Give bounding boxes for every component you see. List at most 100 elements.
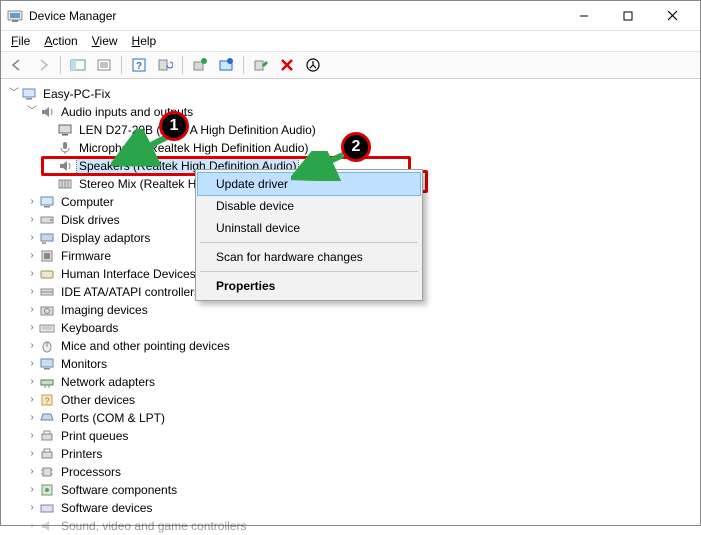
show-hide-tree-button[interactable] bbox=[66, 54, 90, 76]
chevron-down-icon[interactable]: ﹀ bbox=[7, 87, 21, 101]
chevron-right-icon[interactable]: › bbox=[25, 195, 39, 209]
category-label: Human Interface Devices bbox=[59, 266, 198, 282]
chevron-right-icon[interactable]: › bbox=[25, 357, 39, 371]
chevron-right-icon[interactable]: › bbox=[25, 249, 39, 263]
category-label: Other devices bbox=[59, 392, 137, 408]
tree-category-imaging[interactable]: › Imaging devices bbox=[7, 301, 696, 319]
software-device-icon bbox=[39, 500, 55, 516]
menu-help[interactable]: Help bbox=[126, 33, 163, 49]
maximize-button[interactable] bbox=[606, 2, 650, 30]
category-label: Print queues bbox=[59, 428, 130, 444]
chevron-right-icon[interactable]: › bbox=[25, 411, 39, 425]
close-button[interactable] bbox=[650, 2, 694, 30]
chevron-right-icon[interactable]: › bbox=[25, 339, 39, 353]
back-button[interactable] bbox=[5, 54, 29, 76]
svg-text:?: ? bbox=[136, 61, 142, 72]
help-button[interactable]: ? bbox=[127, 54, 151, 76]
tree-category-print-queues[interactable]: › Print queues bbox=[7, 427, 696, 445]
menu-action[interactable]: Action bbox=[38, 33, 83, 49]
display-adapter-icon bbox=[39, 230, 55, 246]
minimize-button[interactable] bbox=[562, 2, 606, 30]
category-label: Ports (COM & LPT) bbox=[59, 410, 167, 426]
device-manager-icon bbox=[7, 8, 23, 24]
chevron-right-icon[interactable]: › bbox=[25, 393, 39, 407]
tree-category-keyboards[interactable]: › Keyboards bbox=[7, 319, 696, 337]
properties-button[interactable] bbox=[92, 54, 116, 76]
tree-category-network[interactable]: › Network adapters bbox=[7, 373, 696, 391]
monitor-speaker-icon bbox=[57, 122, 73, 138]
computer-icon bbox=[39, 194, 55, 210]
menu-file[interactable]: File bbox=[5, 33, 36, 49]
disable-device-button[interactable] bbox=[301, 54, 325, 76]
network-icon bbox=[39, 374, 55, 390]
forward-button[interactable] bbox=[31, 54, 55, 76]
chevron-right-icon[interactable]: › bbox=[25, 465, 39, 479]
menu-view[interactable]: View bbox=[86, 33, 124, 49]
chevron-right-icon[interactable]: › bbox=[25, 483, 39, 497]
chevron-right-icon[interactable]: › bbox=[25, 501, 39, 515]
context-uninstall-device[interactable]: Uninstall device bbox=[198, 217, 420, 239]
tree-category-mice[interactable]: › Mice and other pointing devices bbox=[7, 337, 696, 355]
tree-category-software-components[interactable]: › Software components bbox=[7, 481, 696, 499]
chevron-right-icon[interactable]: › bbox=[25, 519, 39, 533]
tree-category-sound-video[interactable]: › Sound, video and game controllers bbox=[7, 517, 696, 535]
refresh-devices-button[interactable] bbox=[153, 54, 177, 76]
category-label: Keyboards bbox=[59, 320, 120, 336]
category-label: Imaging devices bbox=[59, 302, 150, 318]
update-driver-button[interactable] bbox=[188, 54, 212, 76]
svg-text:?: ? bbox=[44, 396, 49, 406]
chevron-down-icon[interactable]: ﹀ bbox=[25, 105, 39, 119]
chevron-right-icon[interactable]: › bbox=[25, 321, 39, 335]
category-label: Network adapters bbox=[59, 374, 157, 390]
monitor-icon bbox=[39, 356, 55, 372]
context-properties[interactable]: Properties bbox=[198, 275, 420, 297]
chevron-right-icon[interactable]: › bbox=[25, 429, 39, 443]
speaker-icon bbox=[39, 104, 55, 120]
chevron-right-icon[interactable]: › bbox=[25, 303, 39, 317]
category-label: Monitors bbox=[59, 356, 109, 372]
divider bbox=[200, 242, 418, 243]
tree-category-monitors[interactable]: › Monitors bbox=[7, 355, 696, 373]
tree-category-ports[interactable]: › Ports (COM & LPT) bbox=[7, 409, 696, 427]
chevron-right-icon[interactable]: › bbox=[25, 447, 39, 461]
tree-category-software-devices[interactable]: › Software devices bbox=[7, 499, 696, 517]
tree-root[interactable]: ﹀ Easy-PC-Fix bbox=[7, 85, 696, 103]
category-label: Disk drives bbox=[59, 212, 122, 228]
annotation-badge-2: 2 bbox=[341, 132, 371, 162]
microphone-icon bbox=[57, 140, 73, 156]
tree-category-printers[interactable]: › Printers bbox=[7, 445, 696, 463]
uninstall-device-button[interactable] bbox=[275, 54, 299, 76]
processor-icon bbox=[39, 464, 55, 480]
scan-hardware-button[interactable] bbox=[214, 54, 238, 76]
category-label: Software devices bbox=[59, 500, 154, 516]
software-component-icon bbox=[39, 482, 55, 498]
context-update-driver[interactable]: Update driver bbox=[198, 173, 420, 195]
device-label: Microphone (Realtek High Definition Audi… bbox=[77, 140, 310, 156]
ide-icon bbox=[39, 284, 55, 300]
enable-device-button[interactable] bbox=[249, 54, 273, 76]
keyboard-icon bbox=[39, 320, 55, 336]
tree-category-processors[interactable]: › Processors bbox=[7, 463, 696, 481]
category-label: Sound, video and game controllers bbox=[59, 518, 248, 534]
chevron-right-icon[interactable]: › bbox=[25, 375, 39, 389]
tree-category-other[interactable]: › ? Other devices bbox=[7, 391, 696, 409]
hid-icon bbox=[39, 266, 55, 282]
mouse-icon bbox=[39, 338, 55, 354]
sound-icon bbox=[39, 518, 55, 534]
port-icon bbox=[39, 410, 55, 426]
context-disable-device[interactable]: Disable device bbox=[198, 195, 420, 217]
other-devices-icon: ? bbox=[39, 392, 55, 408]
chevron-right-icon[interactable]: › bbox=[25, 213, 39, 227]
annotation-badge-1: 1 bbox=[159, 111, 189, 141]
category-label: Display adaptors bbox=[59, 230, 152, 246]
chevron-right-icon[interactable]: › bbox=[25, 231, 39, 245]
title-bar: Device Manager bbox=[1, 1, 700, 31]
category-label: Computer bbox=[59, 194, 116, 210]
device-label: LEN D27-20B (AMD A High Definition Audio… bbox=[77, 122, 318, 138]
tree-category-audio[interactable]: ﹀ Audio inputs and outputs bbox=[7, 103, 696, 121]
firmware-icon bbox=[39, 248, 55, 264]
chevron-right-icon[interactable]: › bbox=[25, 285, 39, 299]
context-scan-hardware[interactable]: Scan for hardware changes bbox=[198, 246, 420, 268]
camera-icon bbox=[39, 302, 55, 318]
chevron-right-icon[interactable]: › bbox=[25, 267, 39, 281]
